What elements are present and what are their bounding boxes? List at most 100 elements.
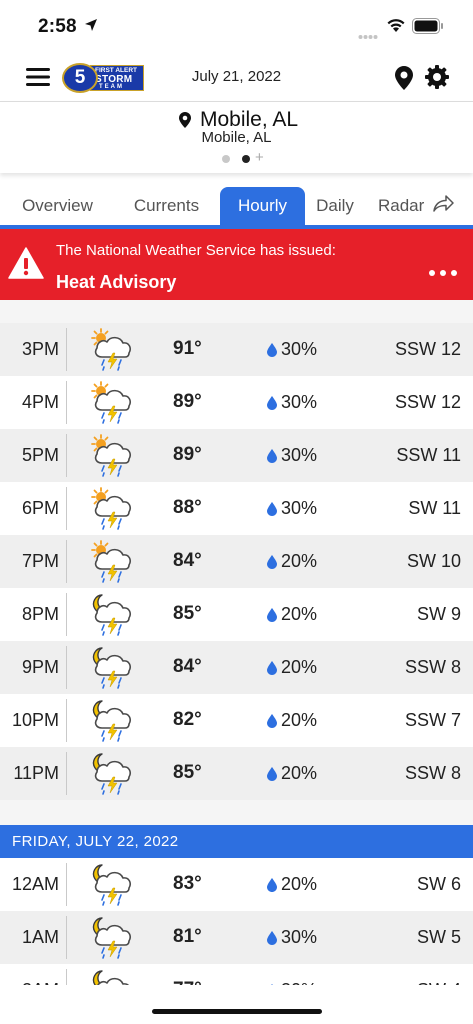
location-panel[interactable]: Mobile, AL Mobile, AL +	[0, 101, 473, 173]
row-divider	[66, 487, 67, 530]
hour-temperature: 89°	[173, 444, 202, 465]
hour-precip-chance: 30%	[281, 339, 318, 359]
hour-temperature: 84°	[173, 550, 202, 571]
hourly-row[interactable]: 10PM 82° 20% SSW 7	[0, 694, 473, 747]
row-divider	[66, 916, 67, 959]
hour-precip-chance: 20%	[281, 657, 318, 677]
hour-precip-chance: 20%	[281, 551, 318, 571]
hour-precip-chance: 30%	[281, 927, 318, 947]
hour-temperature: 89°	[173, 391, 202, 412]
hour-time: 1AM	[21, 927, 59, 947]
hour-time: 7PM	[21, 551, 59, 571]
status-bar: 2:58	[0, 0, 473, 54]
partly-sunny-thunderstorm-icon	[88, 539, 136, 585]
hourly-row[interactable]: 9PM 84° 20% SSW 8	[0, 641, 473, 694]
tab-radar-label: Radar	[378, 196, 425, 215]
hour-temperature: 85°	[173, 603, 202, 624]
precip-drop-icon	[267, 878, 277, 897]
row-divider	[66, 381, 67, 424]
tab-overview[interactable]: Overview	[10, 187, 105, 225]
hour-time: 11PM	[13, 763, 59, 783]
hour-temperature: 81°	[173, 926, 202, 947]
precip-drop-icon	[267, 449, 277, 468]
precip-drop-icon	[267, 608, 277, 627]
partly-moon-thunderstorm-icon	[88, 915, 136, 961]
hour-time: 3PM	[21, 339, 59, 359]
precip-drop-icon	[267, 396, 277, 415]
hour-time: 6PM	[21, 498, 59, 518]
partly-sunny-thunderstorm-icon	[88, 327, 136, 373]
hourly-row[interactable]: 8PM 85° 20% SW 9	[0, 588, 473, 641]
precip-drop-icon	[267, 931, 277, 950]
home-indicator[interactable]	[152, 1009, 322, 1014]
tab-daily[interactable]: Daily	[310, 187, 360, 225]
day-header-text: FRIDAY, JULY 22, 2022	[12, 833, 179, 850]
location-subtitle: Mobile, AL	[201, 129, 272, 146]
hour-precip-chance: 20%	[281, 763, 318, 783]
hour-temperature: 91°	[173, 338, 202, 359]
alert-title: Heat Advisory	[56, 272, 177, 292]
hour-wind: SW 10	[406, 551, 461, 571]
hour-temperature: 88°	[173, 497, 202, 518]
hour-wind: SSW 8	[404, 657, 461, 677]
cellular-signal-icon	[358, 27, 378, 45]
hour-temperature: 83°	[173, 873, 202, 894]
alert-issuer-text: The National Weather Service has issued:	[56, 242, 336, 259]
hour-time: 12AM	[11, 874, 59, 894]
precip-drop-icon	[267, 343, 277, 362]
partly-moon-thunderstorm-icon	[88, 592, 136, 638]
precip-drop-icon	[267, 502, 277, 521]
row-divider	[66, 593, 67, 636]
page-dot-active[interactable]	[242, 155, 250, 163]
settings-gear-icon[interactable]	[425, 65, 449, 94]
hour-wind: SSW 12	[394, 339, 461, 359]
hour-wind: SSW 12	[394, 392, 461, 412]
hour-wind: SW 9	[416, 604, 461, 624]
location-pin-icon[interactable]	[395, 66, 413, 95]
hourly-row[interactable]: 5PM 89° 30% SSW 11	[0, 429, 473, 482]
tab-radar[interactable]: Radar	[378, 187, 468, 225]
add-location-button[interactable]: +	[255, 149, 264, 166]
hourly-row[interactable]: 3PM 91° 30% SSW 12	[0, 323, 473, 376]
precip-drop-icon	[267, 767, 277, 786]
row-divider	[66, 699, 67, 742]
row-divider	[66, 646, 67, 689]
forecast-tabs: Overview Currents Hourly Daily Radar	[0, 187, 473, 227]
row-divider	[66, 328, 67, 371]
weather-alert-banner[interactable]: The National Weather Service has issued:…	[0, 229, 473, 300]
tab-currents[interactable]: Currents	[120, 187, 213, 225]
hourly-row[interactable]: 1AM 81° 30% SW 5	[0, 911, 473, 964]
home-indicator-area	[0, 985, 473, 1024]
partly-moon-thunderstorm-icon	[88, 862, 136, 908]
row-divider	[66, 434, 67, 477]
hour-time: 9PM	[21, 657, 59, 677]
hourly-row[interactable]: 7PM 84° 20% SW 10	[0, 535, 473, 588]
hour-precip-chance: 20%	[281, 604, 318, 624]
page-dot[interactable]	[222, 155, 230, 163]
partly-moon-thunderstorm-icon	[88, 751, 136, 797]
hour-precip-chance: 30%	[281, 392, 318, 412]
hourly-row[interactable]: 6PM 88° 30% SW 11	[0, 482, 473, 535]
list-spacer	[0, 300, 473, 323]
hour-temperature: 82°	[173, 709, 202, 730]
hour-wind: SW 5	[416, 927, 461, 947]
hour-time: 4PM	[21, 392, 59, 412]
tab-hourly[interactable]: Hourly	[220, 187, 305, 225]
more-options-icon[interactable]	[428, 264, 458, 282]
hour-time: 5PM	[21, 445, 59, 465]
partly-moon-thunderstorm-icon	[88, 645, 136, 691]
hour-temperature: 85°	[173, 762, 202, 783]
hourly-row[interactable]: 11PM 85° 20% SSW 8	[0, 747, 473, 800]
row-divider	[66, 863, 67, 906]
battery-icon	[412, 18, 444, 39]
hourly-row[interactable]: 12AM 83° 20% SW 6	[0, 858, 473, 911]
precip-drop-icon	[267, 661, 277, 680]
hour-time: 10PM	[11, 710, 59, 730]
share-arrow-icon	[432, 188, 454, 226]
hourly-row[interactable]: 4PM 89° 30% SSW 12	[0, 376, 473, 429]
hour-precip-chance: 30%	[281, 445, 318, 465]
hour-wind: SSW 8	[404, 763, 461, 783]
day-header: FRIDAY, JULY 22, 2022	[0, 825, 473, 858]
hour-wind: SW 11	[408, 498, 461, 518]
partly-moon-thunderstorm-icon	[88, 698, 136, 744]
